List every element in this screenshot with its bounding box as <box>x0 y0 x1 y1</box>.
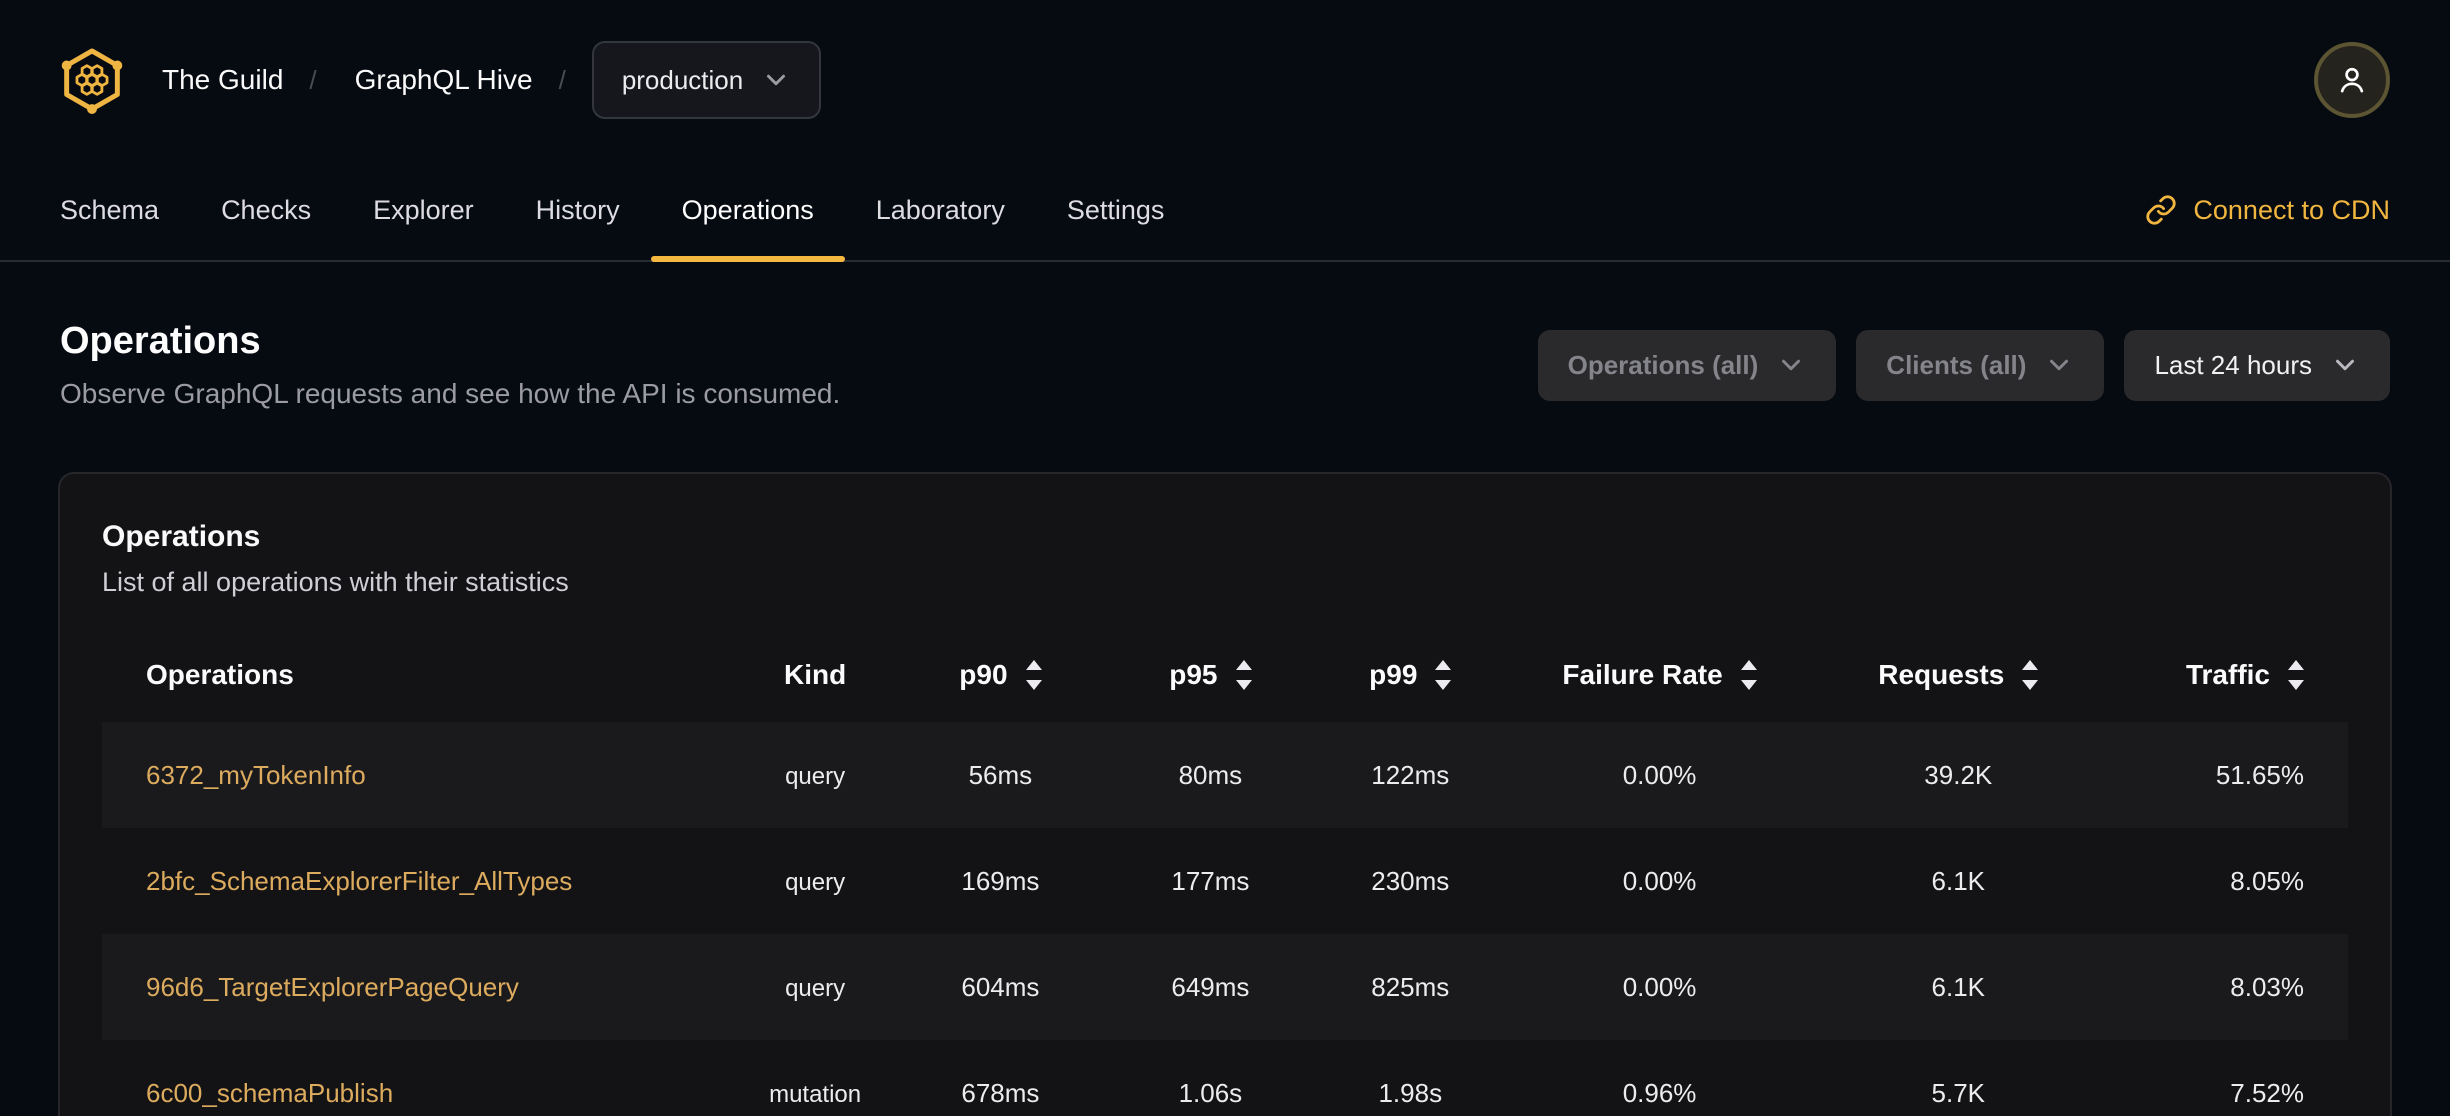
p90-value: 604ms <box>961 971 1040 1002</box>
failure-rate-value: 0.96% <box>1622 1077 1697 1108</box>
sort-arrows-icon <box>1025 660 1042 690</box>
sort-arrows-icon <box>2022 660 2039 690</box>
tab-settings[interactable]: Settings <box>1036 160 1196 260</box>
traffic-value: 51.65% <box>2215 759 2304 790</box>
tab-explorer[interactable]: Explorer <box>342 160 505 260</box>
p90-value: 56ms <box>968 759 1033 790</box>
chevron-down-icon <box>1782 359 1801 371</box>
table-row: 6372_myTokenInfo query 56ms 80ms 122ms 0… <box>102 722 2348 828</box>
tab-operations[interactable]: Operations <box>650 160 845 262</box>
p95-value: 1.06s <box>1178 1077 1243 1108</box>
failure-rate-value: 0.00% <box>1622 971 1697 1002</box>
table-header-row: Operations Kind p90 p95 p99 Failure Rate… <box>102 628 2348 722</box>
tab-laboratory[interactable]: Laboratory <box>845 160 1036 260</box>
page-title-block: Operations Observe GraphQL requests and … <box>60 320 840 410</box>
column-header-traffic[interactable]: Traffic <box>2108 628 2348 722</box>
hive-logo-icon <box>61 48 123 114</box>
p95-value: 177ms <box>1171 865 1250 896</box>
nav-tabs: Schema Checks Explorer History Operation… <box>29 160 1196 262</box>
page-title: Operations <box>60 320 261 362</box>
page-subtitle: Observe GraphQL requests and see how the… <box>60 378 841 409</box>
requests-value: 5.7K <box>1931 1077 1986 1108</box>
failure-rate-value: 0.00% <box>1622 865 1697 896</box>
sort-arrows-icon <box>1740 660 1757 690</box>
p95-value: 649ms <box>1171 971 1250 1002</box>
traffic-value: 7.52% <box>2230 1077 2304 1108</box>
table-row: 6c00_schemaPublish mutation 678ms 1.06s … <box>102 1040 2348 1116</box>
operation-kind: query <box>785 974 846 1002</box>
filters-bar: Operations (all) Clients (all) Last 24 h… <box>1537 329 2390 401</box>
p99-value: 122ms <box>1371 759 1450 790</box>
table-row: 96d6_TargetExplorerPageQuery query 604ms… <box>102 934 2348 1040</box>
operations-filter-dropdown[interactable]: Operations (all) <box>1537 329 1837 401</box>
operation-link[interactable]: 6372_myTokenInfo <box>146 760 366 790</box>
tab-history[interactable]: History <box>505 160 651 260</box>
sort-arrows-icon <box>2288 660 2304 690</box>
link-icon <box>2146 195 2176 225</box>
requests-value: 39.2K <box>1924 759 1993 790</box>
period-filter-dropdown[interactable]: Last 24 hours <box>2124 329 2390 401</box>
traffic-value: 8.03% <box>2230 971 2304 1002</box>
card-subtitle: List of all operations with their statis… <box>102 567 569 597</box>
tab-checks[interactable]: Checks <box>190 160 342 260</box>
operation-kind: query <box>785 868 846 896</box>
operation-link[interactable]: 6c00_schemaPublish <box>146 1078 393 1108</box>
target-selector-value: production <box>621 64 744 95</box>
chevron-down-icon <box>767 74 786 86</box>
top-bar: The Guild / GraphQL Hive / production <box>0 0 2450 160</box>
breadcrumb-separator: / <box>309 64 317 95</box>
user-icon <box>2340 67 2364 93</box>
connect-to-cdn-label: Connect to CDN <box>2193 194 2390 225</box>
operation-link[interactable]: 2bfc_SchemaExplorerFilter_AllTypes <box>146 866 572 896</box>
column-header-failure-rate[interactable]: Failure Rate <box>1510 628 1809 722</box>
operation-link[interactable]: 96d6_TargetExplorerPageQuery <box>146 972 519 1002</box>
connect-to-cdn-link[interactable]: Connect to CDN <box>2145 194 2390 226</box>
p95-value: 80ms <box>1178 759 1243 790</box>
breadcrumb: The Guild / GraphQL Hive / production <box>60 41 822 119</box>
column-header-p99[interactable]: p99 <box>1310 628 1510 722</box>
requests-value: 6.1K <box>1931 971 1986 1002</box>
main-nav: Schema Checks Explorer History Operation… <box>0 160 2450 262</box>
target-selector-dropdown[interactable]: production <box>591 41 822 119</box>
sort-arrows-icon <box>1435 660 1452 690</box>
tab-schema[interactable]: Schema <box>29 160 190 260</box>
p90-value: 678ms <box>961 1077 1040 1108</box>
breadcrumb-project[interactable]: GraphQL Hive <box>355 64 533 96</box>
chevron-down-icon <box>2050 359 2069 371</box>
traffic-value: 8.05% <box>2230 865 2304 896</box>
operations-table: Operations Kind p90 p95 p99 Failure Rate… <box>102 628 2348 1116</box>
p99-value: 825ms <box>1371 971 1450 1002</box>
p90-value: 169ms <box>961 865 1040 896</box>
card-title: Operations <box>102 520 261 553</box>
column-header-kind: Kind <box>784 659 847 690</box>
column-header-p90[interactable]: p90 <box>890 628 1110 722</box>
breadcrumb-separator: / <box>558 64 566 95</box>
user-avatar[interactable] <box>2314 42 2390 118</box>
operation-kind: mutation <box>769 1080 862 1108</box>
breadcrumb-org[interactable]: The Guild <box>162 64 283 96</box>
operations-card: Operations List of all operations with t… <box>58 472 2392 1116</box>
p99-value: 230ms <box>1371 865 1450 896</box>
p99-value: 1.98s <box>1378 1077 1443 1108</box>
column-header-requests[interactable]: Requests <box>1809 628 2108 722</box>
main-content: Operations Observe GraphQL requests and … <box>0 320 2450 1116</box>
operation-kind: query <box>785 762 846 790</box>
requests-value: 6.1K <box>1931 865 1986 896</box>
column-header-p95[interactable]: p95 <box>1110 628 1310 722</box>
chevron-down-icon <box>2336 359 2354 371</box>
failure-rate-value: 0.00% <box>1622 759 1697 790</box>
clients-filter-dropdown[interactable]: Clients (all) <box>1856 329 2105 401</box>
page-header: Operations Observe GraphQL requests and … <box>0 320 2450 410</box>
sort-arrows-icon <box>1235 660 1252 690</box>
column-header-operations: Operations <box>146 659 294 690</box>
table-row: 2bfc_SchemaExplorerFilter_AllTypes query… <box>102 828 2348 934</box>
